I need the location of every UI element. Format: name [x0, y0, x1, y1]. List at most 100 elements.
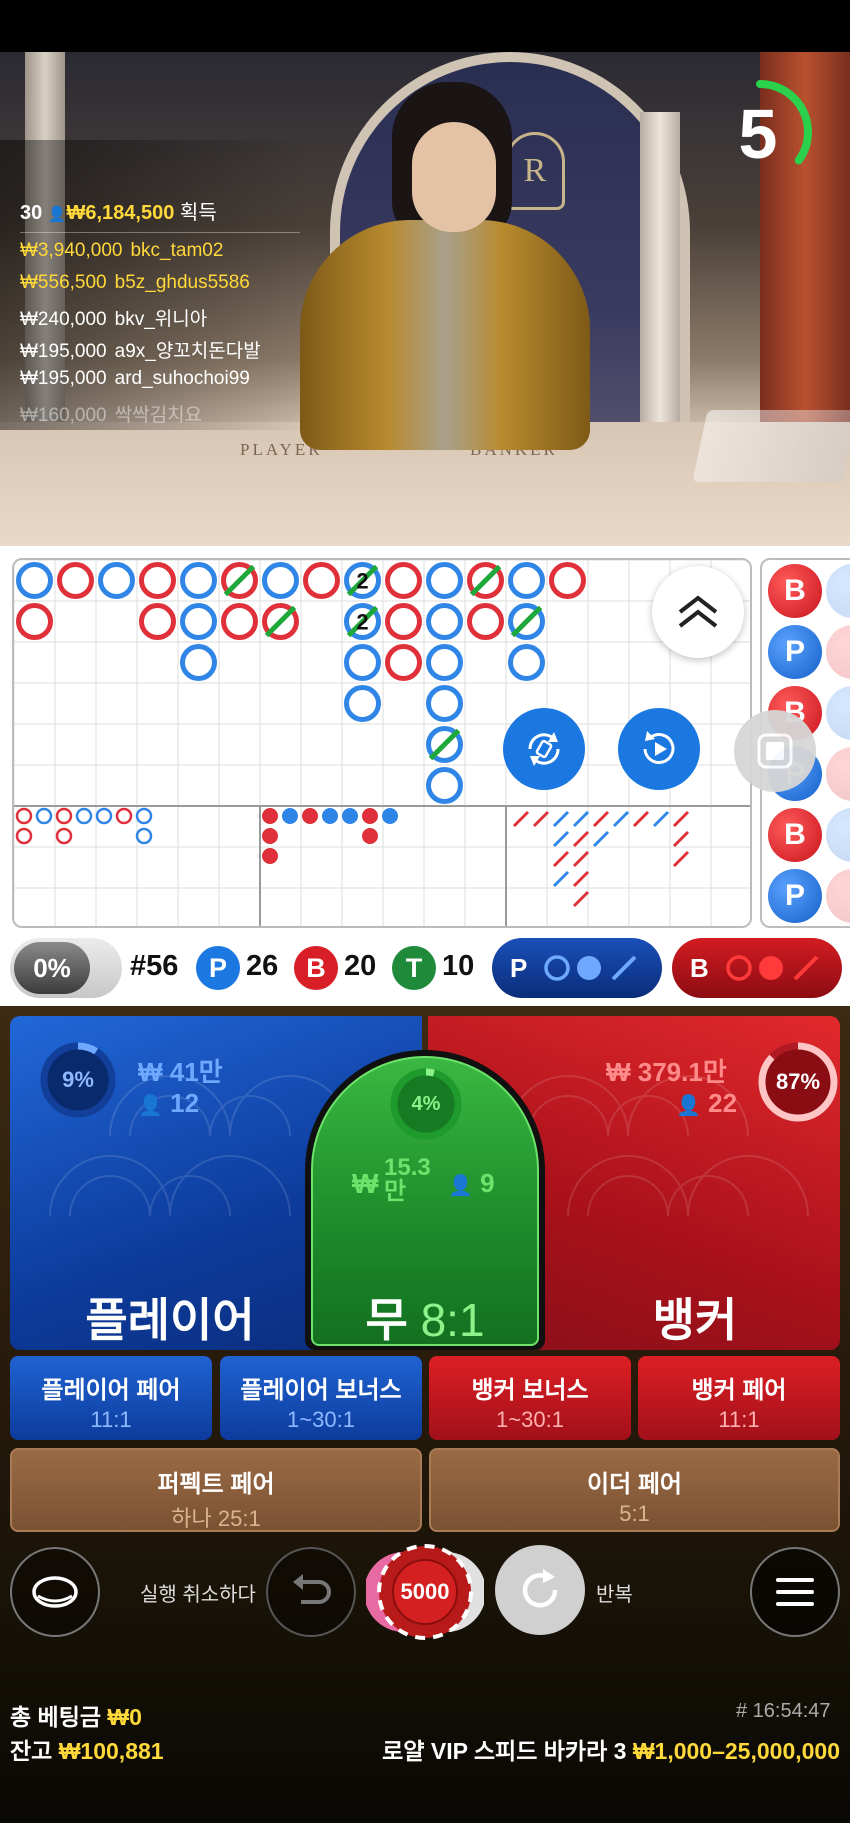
player-prediction-letter: P	[510, 952, 528, 983]
big-eye-road-mark	[75, 807, 93, 825]
minimize-video-button[interactable]	[734, 710, 816, 792]
side-bet-label: 뱅커 보너스	[471, 1377, 589, 1404]
winner-row: ₩160,000 싹싹김치요	[20, 400, 202, 427]
side-bet-odds: 1~30:1	[287, 1407, 355, 1432]
tie-users-count: 9	[480, 1168, 495, 1198]
dealer-body	[300, 220, 590, 450]
cockroach-road-mark	[592, 810, 610, 828]
square-icon	[757, 733, 793, 769]
chip-value: 5000	[400, 1579, 450, 1604]
undo-button[interactable]	[266, 1547, 356, 1637]
player-percent-ring: 9%	[38, 1040, 118, 1120]
cockroach-road-mark	[532, 810, 550, 828]
tie-percent: 4%	[411, 1092, 441, 1115]
banker-result-mark	[303, 562, 340, 599]
banker-percent: 87%	[775, 1069, 821, 1094]
winners-summary: 30 👤₩6,184,500 획득	[20, 196, 217, 225]
repeat-button[interactable]	[495, 1545, 585, 1635]
small-road-mark	[262, 828, 278, 844]
cockroach-road-mark	[572, 810, 590, 828]
countdown-timer: 5	[708, 80, 823, 195]
person-icon: 👤	[448, 1175, 473, 1197]
winner-row: ₩240,000 bkv_위니아	[20, 304, 207, 331]
banker-count-badge: B	[294, 946, 338, 990]
banker-count: 20	[344, 950, 377, 982]
banker-pair-bet[interactable]: 뱅커 페어 11:1	[638, 1356, 840, 1440]
replay-icon	[643, 731, 675, 764]
tie-amount-value: 15.3	[384, 1154, 431, 1181]
banker-bet-users: 👤 22	[676, 1088, 737, 1119]
winner-row: ₩3,940,000 bkc_tam02	[20, 240, 223, 262]
player-bet-label: 플레이어	[85, 1294, 255, 1346]
balance: 잔고 ₩100,881	[10, 1732, 164, 1766]
banker-result-mark	[385, 562, 422, 599]
either-pair-bet[interactable]: 이더 페어 5:1	[429, 1448, 840, 1532]
player-pair-bet[interactable]: 플레이어 페어 11:1	[10, 1356, 212, 1440]
table-view-icon	[32, 1576, 78, 1608]
baccarat-game-screen: R PLAYER BANKER 30 👤₩6,184,500 획득 ₩3,940…	[0, 0, 850, 1823]
big-eye-road-mark	[135, 807, 153, 825]
expand-roadmap-button[interactable]	[652, 566, 744, 658]
total-bet: 총 베팅금 ₩0	[10, 1698, 142, 1732]
player-users-count: 12	[170, 1088, 200, 1118]
undo-label: 실행 취소하다	[140, 1584, 256, 1606]
big-eye-road-mark	[55, 827, 73, 845]
player-result-mark	[180, 603, 217, 640]
banker-bet-amount: ₩ 379.1만	[606, 1057, 727, 1087]
cockroach-road-mark	[652, 810, 670, 828]
person-icon: 👤	[47, 206, 67, 223]
banker-result-mark	[139, 562, 176, 599]
small-road-mark	[382, 808, 398, 824]
winner-name: bkc_tam02	[130, 240, 224, 261]
banker-prediction-button[interactable]: B	[672, 938, 842, 998]
small-road-mark	[362, 828, 378, 844]
menu-button[interactable]	[750, 1547, 840, 1637]
tie-bet-title: 무 8:1	[312, 1284, 538, 1350]
tie-amount-unit: 만	[384, 1178, 407, 1205]
player-percent: 9%	[62, 1067, 94, 1092]
player-result-mark	[16, 562, 53, 599]
player-bonus-bet[interactable]: 플레이어 보너스 1~30:1	[220, 1356, 422, 1440]
winners-label: 획득	[179, 202, 217, 224]
winner-amount: ₩160,000	[20, 405, 107, 426]
player-result-mark	[508, 562, 545, 599]
winner-name: ard_suhochoi99	[114, 368, 250, 389]
chip-selector[interactable]: 5000	[366, 1544, 484, 1640]
tie-count-label: 2	[356, 610, 368, 635]
bead-partial	[826, 869, 850, 923]
player-prediction-button[interactable]: P	[492, 938, 662, 998]
total-bet-value: ₩0	[107, 1704, 142, 1730]
undo-icon	[293, 1574, 331, 1604]
side-bet-odds: 11:1	[90, 1407, 132, 1432]
cockroach-road-mark	[552, 850, 570, 868]
player-result-mark	[426, 644, 463, 681]
banker-bet-label: 뱅커	[652, 1294, 738, 1346]
hamburger-menu-icon	[776, 1578, 814, 1606]
winner-name: bkv_위니아	[114, 309, 208, 330]
rotate-view-button[interactable]	[503, 708, 585, 790]
banker-bonus-bet[interactable]: 뱅커 보너스 1~30:1	[429, 1356, 631, 1440]
bead-partial	[826, 747, 850, 801]
side-bet-odds: 1~30:1	[496, 1407, 564, 1432]
player-bet-users: 👤 12	[138, 1088, 199, 1119]
winner-row: ₩556,500 b5z_ghdus5586	[20, 272, 250, 294]
cockroach-road-mark	[572, 890, 590, 908]
chat-button[interactable]	[10, 1547, 100, 1637]
perfect-pair-bet[interactable]: 퍼펙트 페어 하나 25:1	[10, 1448, 422, 1532]
bead-partial	[826, 808, 850, 862]
cockroach-road-mark	[672, 830, 690, 848]
round-time: # 16:54:47	[736, 1700, 831, 1722]
replay-video-button[interactable]	[618, 708, 700, 790]
prediction-icons	[544, 955, 637, 981]
banker-bead: B	[768, 808, 822, 862]
winner-name: a9x_양꼬치돈다발	[114, 341, 261, 362]
side-bet-odds: 11:1	[718, 1407, 760, 1432]
banker-percent-ring: 87%	[756, 1040, 840, 1124]
win-rate-value: 0%	[14, 942, 90, 994]
small-road-mark	[362, 808, 378, 824]
feed-divider	[20, 232, 300, 233]
winner-name: b5z_ghdus5586	[114, 272, 250, 293]
bead-partial	[826, 564, 850, 618]
tie-percent-ring: 4%	[388, 1066, 464, 1142]
person-icon: 👤	[138, 1095, 163, 1117]
